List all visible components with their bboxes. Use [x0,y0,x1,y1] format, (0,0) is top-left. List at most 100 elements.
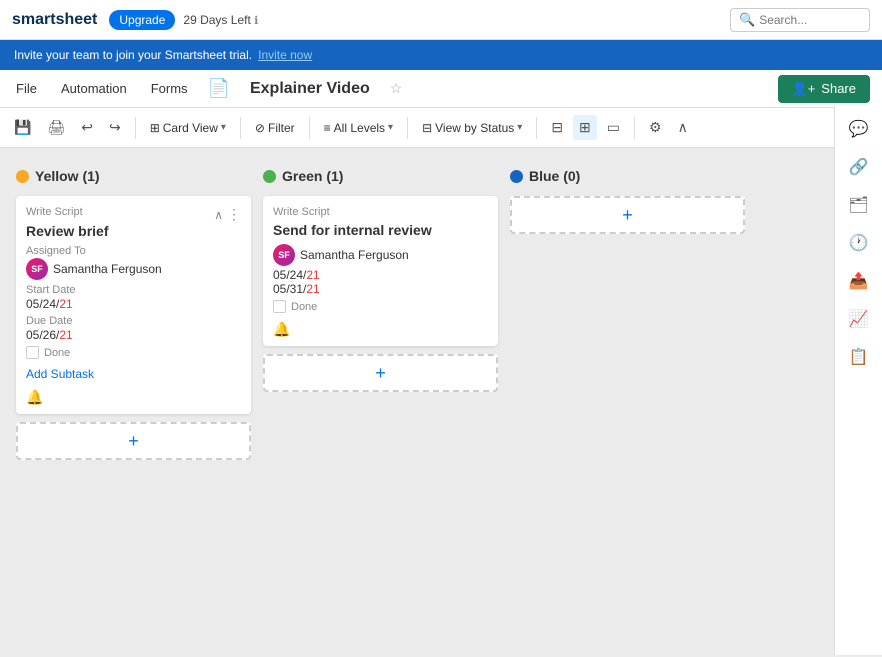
avatar-green: SF [273,244,295,266]
start-date-green: 05/24/21 [273,268,488,282]
grid-view-button[interactable]: ⊟ [545,115,569,140]
comment-icon[interactable]: 💬 [844,114,874,144]
days-left: 29 Days Left ℹ [183,13,258,27]
done-checkbox[interactable] [26,346,39,359]
upload-icon[interactable]: 📤 [844,266,874,296]
done-label: Done [44,347,70,359]
menu-bar: File Automation Forms 📄 Explainer Video … [0,70,882,108]
add-card-green[interactable]: + [263,354,498,392]
column-header-green: Green (1) [263,164,498,188]
report-icon[interactable]: 📋 [844,342,874,372]
assignee-name: Samantha Ferguson [53,262,162,276]
card-view-dropdown[interactable]: ⊞ Card View ▾ [144,117,232,139]
menu-forms[interactable]: Forms [147,77,192,100]
card-footer-green: 🔔 [273,321,488,338]
table-icon: ⊟ [422,121,432,135]
start-date-label: Start Date [26,284,241,296]
assigned-to-label: Assigned To [26,245,241,257]
view-by-status-dropdown[interactable]: ⊟ View by Status ▾ [416,117,528,139]
search-input[interactable] [759,13,869,27]
redo-button[interactable]: ↪ [103,115,127,140]
link-icon[interactable]: 🔗 [844,152,874,182]
add-card-yellow[interactable]: + [16,422,251,460]
card-menu-icon[interactable]: ⋮ [227,206,241,223]
card-collapse-icon[interactable]: ∧ [214,208,223,222]
search-icon: 🔍 [739,12,755,28]
due-date-label: Due Date [26,315,241,327]
chevron-down-icon-3: ▾ [517,122,522,133]
card-header: Write Script ∧ ⋮ [26,206,241,223]
column-header-blue: Blue (0) [510,164,745,188]
all-levels-dropdown[interactable]: ≡ All Levels ▾ [318,117,399,139]
layers-icon[interactable]: 🗂 [843,190,873,220]
info-icon: ℹ [254,15,258,27]
column-yellow: Yellow (1) Write Script ∧ ⋮ Review brief… [16,164,251,641]
column-title-blue: Blue (0) [529,168,580,184]
toolbar-separator-2 [240,117,241,139]
history-icon[interactable]: 🕐 [844,228,874,258]
toolbar-separator-6 [634,117,635,139]
assignee-row: SF Samantha Ferguson [26,258,241,280]
menu-file[interactable]: File [12,77,41,100]
undo-button[interactable]: ↩ [75,115,99,140]
card-internal-review: Write Script Send for internal review SF… [263,196,498,346]
toolbar-separator-5 [536,117,537,139]
yellow-dot [16,170,29,183]
sheet-title: Explainer Video [250,80,370,98]
logo: smartsheet [12,11,97,29]
menu-automation[interactable]: Automation [57,77,131,100]
toolbar-separator-4 [407,117,408,139]
promo-bar: Invite your team to join your Smartsheet… [0,40,882,70]
collapse-button[interactable]: ∧ [672,115,694,140]
end-date-green: 05/31/21 [273,282,488,296]
board-wrap: Yellow (1) Write Script ∧ ⋮ Review brief… [0,148,882,657]
search-box[interactable]: 🔍 [730,8,870,32]
card-title-green: Send for internal review [273,222,488,238]
invite-link[interactable]: Invite now [258,48,312,62]
filter-button[interactable]: ⊘ Filter [249,117,301,139]
card-review-brief: Write Script ∧ ⋮ Review brief Assigned T… [16,196,251,414]
card-view-button[interactable]: ⊞ [573,115,597,140]
gantt-view-button[interactable]: ▭ [601,115,626,140]
main-content: Yellow (1) Write Script ∧ ⋮ Review brief… [0,148,882,657]
toolbar-separator-3 [309,117,310,139]
column-title-yellow: Yellow (1) [35,168,100,184]
done-row: Done [26,346,241,359]
chevron-down-icon-2: ▾ [388,122,393,133]
levels-icon: ≡ [324,121,331,135]
column-blue: Blue (0) + [510,164,745,641]
print-button[interactable]: 🖨 [41,115,71,140]
filter-icon: ⊘ [255,121,265,135]
add-subtask-button[interactable]: Add Subtask [26,367,94,381]
card-controls: ∧ ⋮ [214,206,241,223]
add-card-blue[interactable]: + [510,196,745,234]
start-date-value: 05/24/21 [26,297,241,311]
settings-button[interactable]: ⚙ [643,115,668,140]
column-header-yellow: Yellow (1) [16,164,251,188]
card-tag: Write Script [26,206,83,218]
assignee-name-green: Samantha Ferguson [300,248,409,262]
share-button[interactable]: 👤+ Share [778,75,870,103]
upgrade-button[interactable]: Upgrade [109,10,175,30]
activity-icon[interactable]: 📈 [844,304,874,334]
green-dot [263,170,276,183]
done-checkbox-green[interactable] [273,300,286,313]
star-icon[interactable]: ☆ [390,80,403,97]
toolbar-separator [135,117,136,139]
save-button[interactable]: 💾 [8,115,37,140]
avatar: SF [26,258,48,280]
card-title: Review brief [26,223,241,239]
bell-icon[interactable]: 🔔 [26,389,43,406]
board-area: Yellow (1) Write Script ∧ ⋮ Review brief… [0,148,882,657]
top-navigation: smartsheet Upgrade 29 Days Left ℹ 🔍 [0,0,882,40]
done-row-green: Done [273,300,488,313]
right-sidebar: 💬 🔗 🗂 🕐 📤 📈 📋 [834,106,882,655]
column-green: Green (1) Write Script Send for internal… [263,164,498,641]
toolbar: 💾 🖨 ↩ ↪ ⊞ Card View ▾ ⊘ Filter ≡ All Lev… [0,108,882,148]
bell-icon-green[interactable]: 🔔 [273,321,290,338]
chevron-down-icon: ▾ [221,122,226,133]
promo-text: Invite your team to join your Smartsheet… [14,48,252,62]
done-label-green: Done [291,301,317,313]
document-icon: 📄 [208,78,230,99]
share-icon: 👤+ [792,81,816,97]
